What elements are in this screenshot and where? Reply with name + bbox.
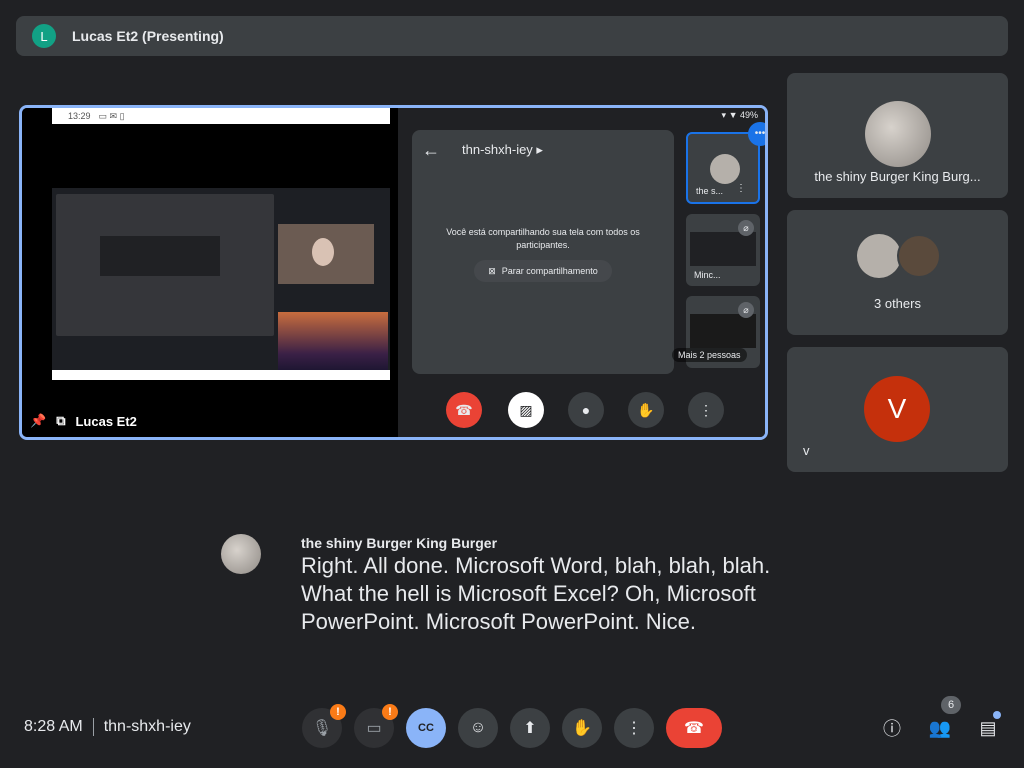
mic-off-icon: 🎙 xyxy=(311,720,333,737)
android-status-bar: 13:29 ▭ ✉ ▯ xyxy=(52,108,390,124)
status-time: 13:29 xyxy=(68,111,91,121)
presenter-label: 📌 ⧉ Lucas Et2 xyxy=(30,413,137,429)
phone-meeting-code[interactable]: thn-shxh-iey ▸ xyxy=(462,142,543,158)
captions-icon: CC xyxy=(418,722,434,734)
mic-off-icon: ⌀ xyxy=(738,220,754,236)
present-button[interactable]: ⬆ xyxy=(510,708,550,748)
browser-window xyxy=(56,194,274,336)
phone-raise-hand-button[interactable]: ✋ xyxy=(628,392,664,428)
more-vert-icon[interactable]: ⋮ xyxy=(736,183,746,194)
desktop-thumbnail xyxy=(52,188,390,380)
camera-button[interactable]: ▭ ! xyxy=(354,704,398,748)
caption-speaker-name: the shiny Burger King Burger xyxy=(301,535,498,551)
info-icon: ⓘ xyxy=(883,719,901,739)
captions-button[interactable]: CC xyxy=(406,708,446,748)
chat-icon: ▤ xyxy=(979,717,997,738)
more-vert-icon: ⋮ xyxy=(626,720,642,737)
emoji-button[interactable]: ☺ xyxy=(458,708,498,748)
present-screen-icon: ⬆ xyxy=(523,720,537,737)
mic-off-icon: ⌀ xyxy=(738,302,754,318)
mini-tile-1[interactable]: the s... ⋮ xyxy=(686,132,760,204)
meeting-info: 8:28 AM thn-shxh-iey xyxy=(24,718,191,736)
participant-tile-burger[interactable]: the shiny Burger King Burg... xyxy=(787,73,1008,198)
warning-badge: ! xyxy=(330,704,346,720)
status-icons: ▭ ✉ ▯ xyxy=(98,110,125,121)
participant-name-v: v xyxy=(803,443,810,458)
phone-screen: ▾ ▼ 49% ← thn-shxh-iey ▸ Você está compa… xyxy=(398,108,765,437)
close-box-icon: ⊠ xyxy=(488,265,496,276)
stop-sharing-button[interactable]: ⊠ Parar compartilhamento xyxy=(474,260,612,282)
phone-hangup-button[interactable]: ☎ xyxy=(446,392,482,428)
warning-badge: ! xyxy=(382,704,398,720)
people-icon: 👥 xyxy=(928,717,952,738)
presentation-tile[interactable]: 13:29 ▭ ✉ ▯ ▾ ▼ 49% ← thn-shxh-iey ▸ Voc… xyxy=(19,105,768,440)
emoji-icon: ☺ xyxy=(469,719,487,736)
participant-tile-others[interactable]: 3 others xyxy=(787,210,1008,335)
participant-name: the shiny Burger King Burg... xyxy=(814,169,981,184)
wallpaper-preview xyxy=(278,312,388,372)
presenting-banner: L Lucas Et2 (Presenting) xyxy=(16,16,1008,56)
presenting-title: Lucas Et2 (Presenting) xyxy=(72,28,224,44)
sharing-panel: ← thn-shxh-iey ▸ Você está compartilhand… xyxy=(412,130,674,374)
meeting-details-button[interactable]: ⓘ xyxy=(876,712,908,744)
divider xyxy=(92,718,94,736)
mini-tile-2[interactable]: ⌀ Minc... xyxy=(686,214,760,286)
phone-more-button[interactable]: ⋮ xyxy=(688,392,724,428)
caption-text: Right. All done. Microsoft Word, blah, b… xyxy=(301,553,771,634)
pin-icon[interactable]: 📌 xyxy=(30,413,46,429)
participants-count-badge: 6 xyxy=(941,696,961,714)
others-avatar-1 xyxy=(857,234,901,278)
webcam-preview xyxy=(278,224,374,284)
presenter-avatar: L xyxy=(32,24,56,48)
clock-time: 8:28 AM xyxy=(24,718,83,735)
back-arrow-icon[interactable]: ← xyxy=(422,140,440,161)
hangup-icon: ☎ xyxy=(684,720,704,737)
sharing-message: Você está compartilhando sua tela com to… xyxy=(446,227,640,250)
participant-avatar xyxy=(865,101,931,167)
more-people-label: Mais 2 pessoas xyxy=(672,348,747,362)
others-avatar-2 xyxy=(897,234,941,278)
mic-button[interactable]: 🎙 ! xyxy=(302,704,346,748)
camera-off-icon: ▭ xyxy=(366,720,382,737)
shared-screen: 13:29 ▭ ✉ ▯ xyxy=(22,108,398,437)
present-screen-icon: ⧉ xyxy=(56,413,66,428)
people-button[interactable]: 👥 xyxy=(924,712,956,744)
taskbar xyxy=(52,370,390,380)
chat-notification-dot xyxy=(993,711,1001,719)
participant-tile-v[interactable]: V v xyxy=(787,347,1008,472)
more-dots-icon[interactable]: ••• xyxy=(748,122,765,146)
v-avatar: V xyxy=(864,376,930,442)
meeting-code: thn-shxh-iey xyxy=(103,718,191,735)
phone-mic-button[interactable]: ● xyxy=(568,392,604,428)
caption-speaker-avatar xyxy=(221,534,261,574)
hand-icon: ✋ xyxy=(572,720,592,737)
more-options-button[interactable]: ⋮ xyxy=(614,708,654,748)
phone-battery: ▾ ▼ 49% xyxy=(721,110,758,120)
raise-hand-button[interactable]: ✋ xyxy=(562,708,602,748)
others-label: 3 others xyxy=(874,296,921,311)
phone-camera-off-button[interactable]: ▨ xyxy=(508,392,544,428)
leave-call-button[interactable]: ☎ xyxy=(666,708,722,748)
